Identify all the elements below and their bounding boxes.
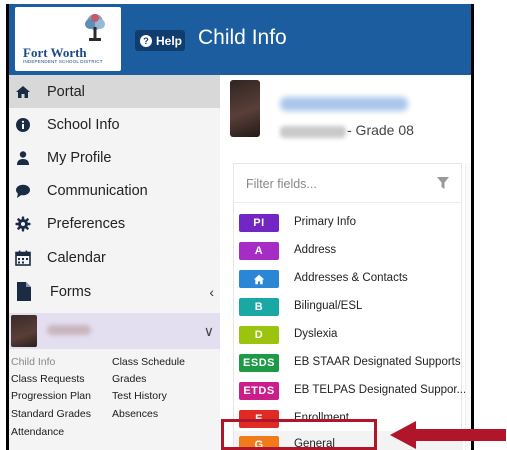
field-badge: D	[239, 326, 279, 344]
home-icon	[15, 84, 31, 100]
sidebar-item-my-profile[interactable]: My Profile	[9, 141, 220, 174]
help-button[interactable]: ? Help	[135, 30, 185, 51]
student-id-redacted	[280, 126, 346, 138]
field-row-bilingual-esl[interactable]: B Bilingual/ESL	[234, 293, 463, 321]
help-label: Help	[156, 33, 183, 48]
field-label: Addresses & Contacts	[294, 272, 408, 284]
sidebar-item-label: School Info	[47, 116, 120, 133]
sidebar: Portal School Info My Profile Communicat…	[9, 75, 220, 450]
sidebar-item-communication[interactable]: Communication	[9, 174, 220, 207]
field-label: EB STAAR Designated Supports	[294, 356, 461, 368]
page-title: Child Info	[198, 26, 287, 49]
field-list-scrollbar[interactable]	[465, 163, 471, 450]
pointer-arrow-icon	[390, 421, 506, 449]
home-icon	[239, 270, 279, 288]
link-absences[interactable]: Absences	[112, 408, 158, 420]
calendar-icon	[15, 250, 31, 266]
field-label: Address	[294, 244, 337, 256]
student-photo	[230, 80, 260, 137]
field-badge: PI	[239, 214, 279, 232]
link-standard-grades[interactable]: Standard Grades	[11, 408, 91, 420]
chevron-left-icon[interactable]: ‹	[209, 284, 214, 300]
field-list-panel: Filter fields... PI Primary Info A Addre…	[233, 163, 467, 450]
sidebar-item-label: Communication	[47, 182, 148, 199]
sidebar-item-label: Forms	[50, 283, 92, 300]
sidebar-item-label: Preferences	[47, 215, 126, 232]
field-row-primary-info[interactable]: PI Primary Info	[234, 209, 463, 237]
logo-subtext: INDEPENDENT SCHOOL DISTRICT	[23, 59, 103, 64]
field-badge: A	[239, 242, 279, 260]
student-name-redacted	[47, 325, 91, 335]
field-label: EB TELPAS Designated Suppor...	[294, 384, 467, 396]
link-attendance[interactable]: Attendance	[11, 426, 64, 438]
field-row-address[interactable]: A Address	[234, 237, 463, 265]
field-row-eb-telpas[interactable]: ETDS EB TELPAS Designated Suppor...	[234, 377, 467, 405]
chevron-down-icon[interactable]: ∨	[204, 323, 214, 340]
general-highlight-box	[221, 419, 377, 450]
field-badge: ETDS	[239, 382, 279, 400]
field-label: Bilingual/ESL	[294, 300, 363, 312]
tree-logo-icon	[85, 14, 105, 41]
field-row-eb-staar[interactable]: ESDS EB STAAR Designated Supports	[234, 349, 463, 377]
main-content: - Grade 08 Filter fields... PI Primary I…	[220, 75, 471, 450]
link-grades[interactable]: Grades	[112, 373, 146, 385]
chat-icon	[15, 183, 31, 199]
field-badge: ESDS	[239, 354, 279, 372]
funnel-icon[interactable]	[437, 177, 449, 189]
link-progression-plan[interactable]: Progression Plan	[11, 390, 91, 402]
sidebar-item-portal[interactable]: Portal	[9, 75, 220, 108]
sidebar-item-school-info[interactable]: School Info	[9, 108, 220, 141]
district-logo[interactable]: Fort Worth INDEPENDENT SCHOOL DISTRICT	[15, 7, 121, 71]
field-label: Primary Info	[294, 216, 356, 228]
sidebar-item-forms[interactable]: Forms ‹	[9, 275, 220, 308]
field-label: Dyslexia	[294, 328, 338, 340]
field-row-dyslexia[interactable]: D Dyslexia	[234, 321, 463, 349]
sidebar-item-label: Portal	[47, 83, 85, 100]
student-avatar	[11, 315, 37, 347]
filter-placeholder: Filter fields...	[246, 177, 317, 191]
file-icon	[15, 282, 33, 302]
sidebar-item-calendar[interactable]: Calendar	[9, 241, 220, 274]
link-child-info[interactable]: Child Info	[11, 356, 55, 368]
sidebar-item-preferences[interactable]: Preferences	[9, 207, 220, 240]
student-grade: - Grade 08	[347, 122, 414, 138]
gear-icon	[15, 216, 31, 232]
user-icon	[15, 150, 31, 166]
field-badge: B	[239, 298, 279, 316]
filter-fields-input[interactable]: Filter fields...	[234, 164, 461, 203]
question-icon: ?	[140, 34, 152, 47]
link-test-history[interactable]: Test History	[112, 390, 167, 402]
screenshot-frame: Fort Worth INDEPENDENT SCHOOL DISTRICT ?…	[0, 0, 507, 450]
link-class-requests[interactable]: Class Requests	[11, 373, 85, 385]
app-window: Fort Worth INDEPENDENT SCHOOL DISTRICT ?…	[6, 4, 474, 450]
student-full-name-redacted	[280, 97, 408, 111]
top-header: Fort Worth INDEPENDENT SCHOOL DISTRICT ?…	[9, 4, 471, 75]
student-selector[interactable]: ∨	[9, 313, 220, 349]
field-row-addresses-contacts[interactable]: Addresses & Contacts	[234, 265, 463, 293]
sidebar-item-label: My Profile	[47, 149, 112, 166]
info-icon	[15, 117, 31, 133]
link-class-schedule[interactable]: Class Schedule	[112, 356, 185, 368]
sidebar-item-label: Calendar	[47, 249, 106, 266]
